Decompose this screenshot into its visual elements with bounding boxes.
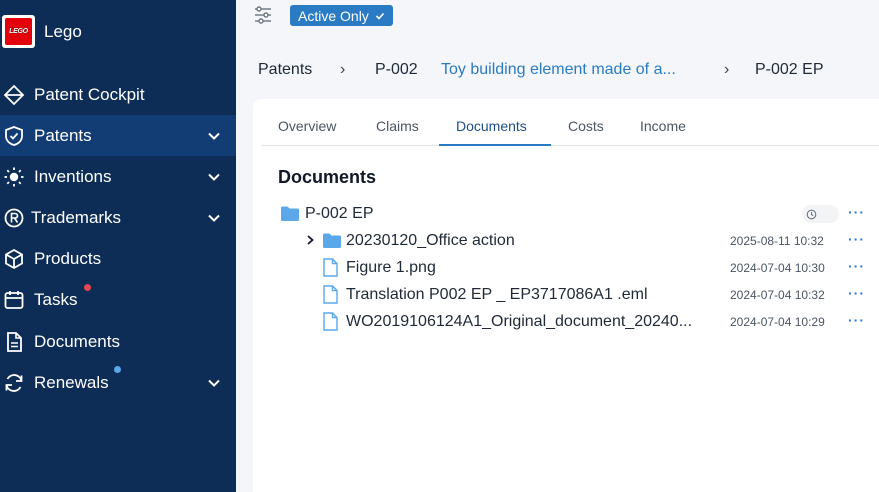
chevron-down-icon[interactable] [207, 129, 221, 143]
tab-costs[interactable]: Costs [568, 118, 604, 134]
chevron-down-icon[interactable] [207, 170, 221, 184]
chevron-right-icon: › [340, 61, 345, 79]
tree-item-name: 20230120_Office action [346, 232, 515, 250]
chevron-down-icon[interactable] [207, 211, 221, 225]
modified-date: 2024-07-04 10:32 [730, 288, 825, 302]
filter-settings-icon[interactable] [254, 6, 272, 24]
modified-date: 2025-08-11 10:32 [730, 234, 824, 248]
refresh-icon [3, 372, 25, 394]
registered-icon [3, 207, 25, 229]
tree-item-row[interactable]: Translation P002 EP _ EP3717086A1 .eml 2… [253, 282, 879, 308]
sidebar-item-label: Trademarks [31, 208, 121, 228]
breadcrumb-patents[interactable]: Patents [258, 61, 312, 79]
tab-claims[interactable]: Claims [376, 118, 419, 134]
active-only-label: Active Only [298, 8, 369, 24]
sidebar-item-inventions[interactable]: Inventions [0, 156, 236, 197]
more-options-icon[interactable]: ··· [848, 258, 865, 274]
chevron-right-icon[interactable] [304, 234, 316, 246]
folder-icon [323, 233, 341, 248]
sidebar-item-label: Products [34, 249, 101, 269]
notification-dot [114, 366, 121, 373]
sidebar-item-patent-cockpit[interactable]: Patent Cockpit [0, 74, 236, 115]
tab-bar: Overview Claims Documents Costs Income [261, 110, 879, 146]
tree-item-name: Translation P002 EP _ EP3717086A1 .eml [346, 286, 648, 304]
cockpit-icon [3, 84, 25, 106]
more-options-icon[interactable]: ··· [848, 204, 865, 220]
tree-item-name: Figure 1.png [346, 259, 436, 277]
sidebar-item-products[interactable]: Products [0, 238, 236, 279]
tab-overview[interactable]: Overview [278, 118, 336, 134]
tree-item-row[interactable]: WO2019106124A1_Original_document_20240..… [253, 309, 879, 335]
sidebar-item-renewals[interactable]: Renewals [0, 362, 236, 403]
sidebar-item-trademarks[interactable]: Trademarks [0, 197, 236, 238]
file-icon [323, 258, 338, 277]
check-icon [375, 11, 385, 21]
tree-item-row[interactable]: 20230120_Office action 2025-08-11 10:32 … [253, 228, 879, 254]
more-options-icon[interactable]: ··· [848, 312, 865, 328]
file-icon [323, 285, 338, 304]
document-icon [3, 331, 25, 353]
clock-icon [806, 209, 817, 220]
breadcrumb-p-002-ep[interactable]: P-002 EP [755, 61, 823, 79]
sidebar-item-patents[interactable]: Patents [0, 115, 236, 156]
tab-documents[interactable]: Documents [456, 118, 527, 134]
sidebar-item-label: Documents [34, 332, 120, 352]
tab-income[interactable]: Income [640, 118, 686, 134]
brand[interactable]: LEGO Lego [2, 15, 82, 48]
documents-card: Overview Claims Documents Costs Income D… [253, 99, 879, 492]
app-name: Lego [44, 22, 82, 42]
more-options-icon[interactable]: ··· [848, 231, 865, 247]
cube-icon [3, 248, 25, 270]
lego-logo: LEGO [2, 15, 35, 48]
tree-root-row[interactable]: P-002 EP ··· [253, 201, 879, 227]
sidebar-item-documents[interactable]: Documents [0, 321, 236, 362]
file-icon [323, 312, 338, 331]
history-button[interactable] [802, 205, 839, 223]
tree-item-name: P-002 EP [305, 205, 373, 223]
breadcrumb-p-002[interactable]: P-002 [375, 61, 418, 79]
sidebar-item-label: Patents [34, 126, 92, 146]
sidebar-item-tasks[interactable]: Tasks [0, 279, 236, 320]
tree-item-row[interactable]: Figure 1.png 2024-07-04 10:30 ··· [253, 255, 879, 281]
sidebar: LEGO Lego Patent Cockpit Patents Inventi… [0, 0, 236, 492]
more-options-icon[interactable]: ··· [848, 285, 865, 301]
modified-date: 2024-07-04 10:30 [730, 261, 825, 275]
folder-icon [281, 206, 299, 221]
active-tab-indicator [439, 144, 551, 146]
modified-date: 2024-07-04 10:29 [730, 315, 825, 329]
sidebar-item-label: Tasks [34, 290, 77, 310]
chevron-right-icon: › [724, 61, 729, 79]
sidebar-item-label: Renewals [34, 373, 109, 393]
sidebar-item-label: Inventions [34, 167, 112, 187]
shield-icon [3, 125, 25, 147]
sidebar-item-label: Patent Cockpit [34, 85, 145, 105]
active-only-filter[interactable]: Active Only [290, 5, 393, 26]
documents-heading: Documents [278, 167, 376, 188]
calendar-icon [3, 289, 25, 311]
tree-item-name: WO2019106124A1_Original_document_20240..… [346, 313, 692, 331]
notification-dot [84, 284, 91, 291]
chevron-down-icon[interactable] [207, 376, 221, 390]
bulb-icon [3, 166, 25, 188]
breadcrumb-title[interactable]: Toy building element made of a... [441, 61, 676, 79]
